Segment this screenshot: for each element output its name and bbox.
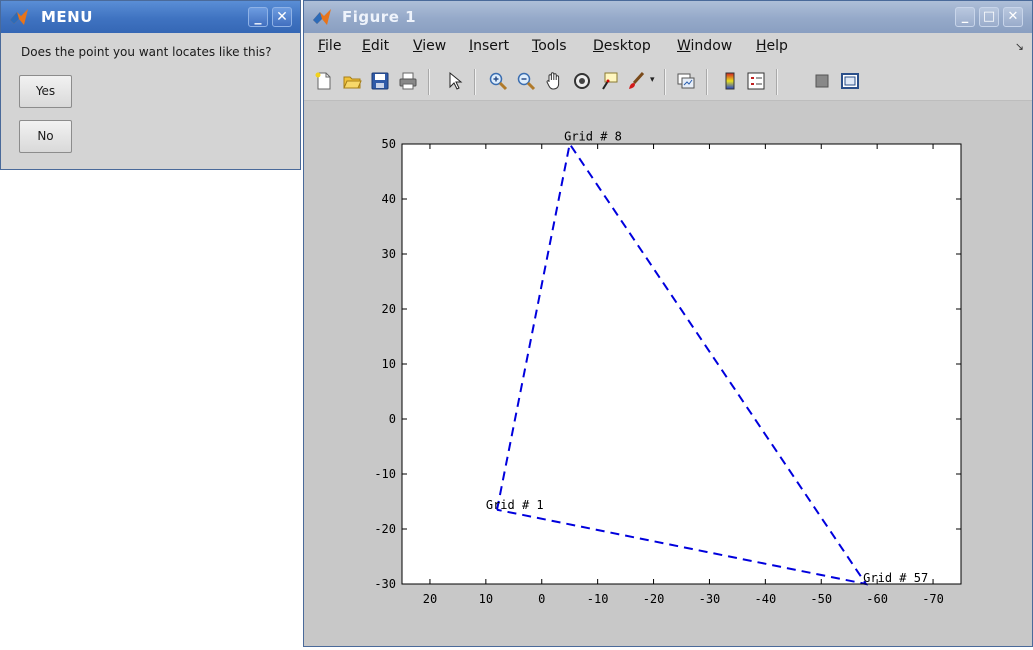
yes-button[interactable]: Yes — [19, 75, 72, 108]
toolbar-separator — [706, 69, 708, 95]
zoom-out-icon[interactable] — [516, 71, 536, 91]
legend-icon[interactable] — [746, 71, 766, 91]
y-tick-label: 10 — [382, 357, 396, 371]
menu-window[interactable]: Window — [677, 38, 732, 54]
no-button[interactable]: No — [19, 120, 72, 153]
maximize-button[interactable]: □ — [979, 7, 999, 27]
x-tick-label: -60 — [866, 592, 888, 606]
figure-toolbar: ▾ — [304, 61, 1032, 101]
open-file-icon[interactable] — [342, 71, 362, 91]
x-tick-label: -10 — [587, 592, 609, 606]
menu-help[interactable]: Help — [756, 38, 788, 54]
save-icon[interactable] — [370, 71, 390, 91]
menu-dialog: MENU _ ✕ Does the point you want locates… — [0, 0, 301, 170]
close-button[interactable]: ✕ — [272, 7, 292, 27]
close-button[interactable]: ✕ — [1003, 7, 1023, 27]
toolbar-separator — [776, 69, 778, 95]
y-tick-label: 0 — [389, 412, 396, 426]
data-cursor-icon[interactable] — [600, 71, 620, 91]
figure-title: Figure 1 — [342, 8, 417, 26]
x-tick-label: -70 — [922, 592, 944, 606]
y-tick-label: 20 — [382, 302, 396, 316]
close-icon: ✕ — [276, 9, 288, 25]
menu-desktop[interactable]: Desktop — [593, 38, 651, 54]
y-tick-label: -20 — [374, 522, 396, 536]
toolbar-separator — [428, 69, 430, 95]
new-figure-icon[interactable] — [314, 71, 334, 91]
y-tick-label: -10 — [374, 467, 396, 481]
menu-view[interactable]: View — [413, 38, 446, 54]
toolbar-separator — [664, 69, 666, 95]
figure-canvas: 20 10 0 -10 -20 -30 -40 -50 -60 -70 50 40 30 20 10 0 -10… — [304, 101, 1032, 646]
colorbar-icon[interactable] — [720, 71, 740, 91]
x-tick-label: 20 — [423, 592, 437, 606]
minimize-icon: _ — [254, 9, 262, 25]
matlab-logo-icon — [10, 9, 28, 25]
figure-window: Figure 1 _ □ ✕ File Edit View Insert Too… — [303, 0, 1033, 647]
x-tick-label: -20 — [643, 592, 665, 606]
x-tick-label: 10 — [479, 592, 493, 606]
x-tick-label: -40 — [755, 592, 777, 606]
print-icon[interactable] — [398, 71, 418, 91]
pointer-icon[interactable] — [444, 71, 464, 91]
point-annotation: Grid # 8 — [564, 130, 622, 144]
y-tick-label: 30 — [382, 247, 396, 261]
x-tick-label: 0 — [538, 592, 545, 606]
x-tick-label: -30 — [699, 592, 721, 606]
menu-file[interactable]: File — [318, 38, 341, 54]
brush-icon[interactable] — [626, 71, 646, 91]
maximize-icon: □ — [982, 9, 996, 24]
figure-menubar: File Edit View Insert Tools Desktop Wind… — [304, 33, 1032, 61]
close-icon: ✕ — [1007, 9, 1019, 24]
rotate-3d-icon[interactable] — [572, 71, 592, 91]
dock-arrow-icon[interactable]: ↘ — [1015, 40, 1024, 53]
pan-hand-icon[interactable] — [544, 71, 564, 91]
menu-title: MENU — [41, 8, 93, 26]
point-annotation: Grid # 57 — [863, 571, 928, 585]
menu-titlebar[interactable]: MENU _ ✕ — [1, 1, 300, 33]
hide-tools-icon[interactable] — [812, 71, 832, 91]
point-annotation: Grid # 1 — [486, 498, 544, 512]
y-tick-label: 50 — [382, 137, 396, 151]
zoom-in-icon[interactable] — [488, 71, 508, 91]
menu-question-text: Does the point you want locates like thi… — [21, 45, 272, 59]
minimize-button[interactable]: _ — [955, 7, 975, 27]
matlab-logo-icon — [313, 9, 331, 25]
menu-edit[interactable]: Edit — [362, 38, 389, 54]
minimize-button[interactable]: _ — [248, 7, 268, 27]
link-plot-icon[interactable] — [676, 71, 696, 91]
show-tools-icon[interactable] — [840, 71, 860, 91]
y-tick-label: -30 — [374, 577, 396, 591]
brush-dropdown-icon[interactable]: ▾ — [650, 75, 655, 85]
y-tick-label: 40 — [382, 192, 396, 206]
toolbar-separator — [474, 69, 476, 95]
minimize-icon: _ — [961, 9, 969, 24]
menu-insert[interactable]: Insert — [469, 38, 509, 54]
plot-background — [402, 144, 961, 584]
x-tick-label: -50 — [810, 592, 832, 606]
plot-axes-svg[interactable]: 20 10 0 -10 -20 -30 -40 -50 -60 -70 50 40 30 20 10 0 -10… — [304, 101, 1032, 646]
figure-titlebar[interactable]: Figure 1 _ □ ✕ — [304, 1, 1032, 33]
menu-tools[interactable]: Tools — [532, 38, 567, 54]
